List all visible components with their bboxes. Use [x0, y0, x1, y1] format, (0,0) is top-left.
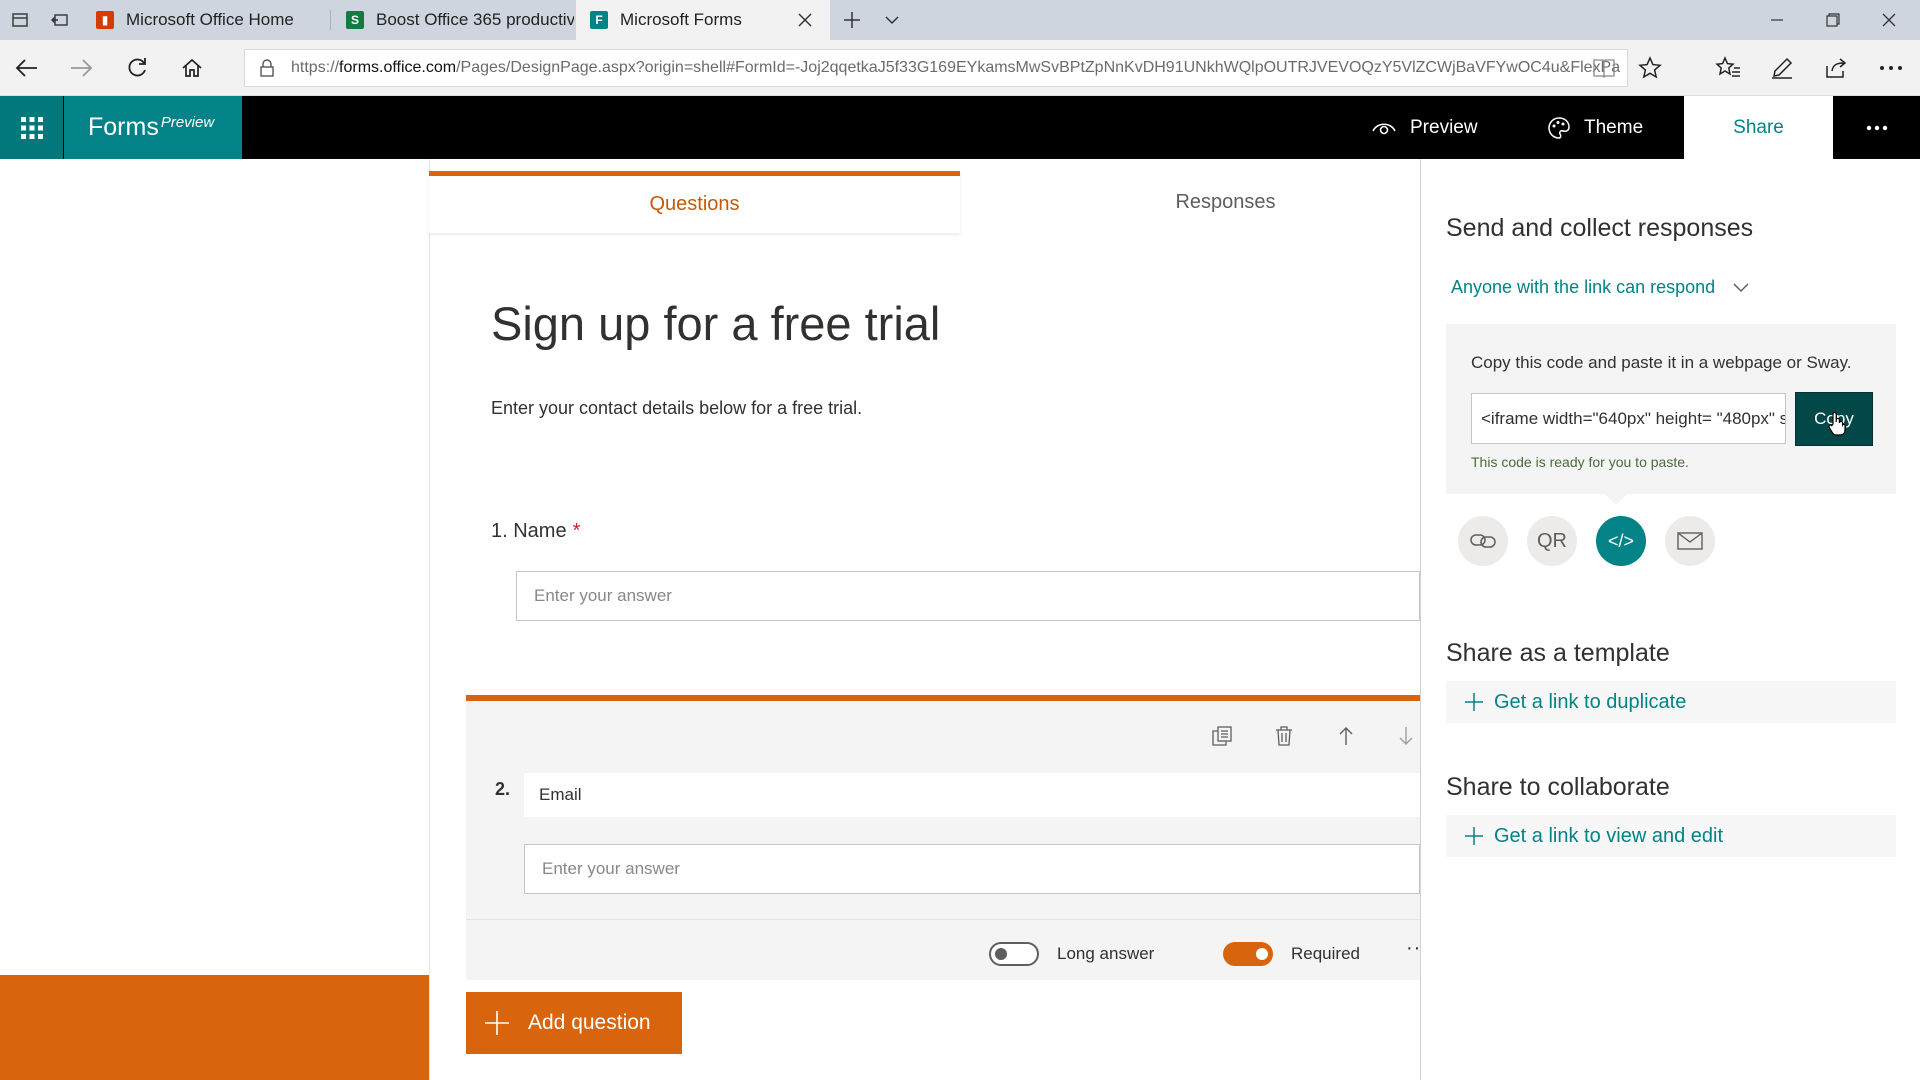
- preview-button[interactable]: Preview: [1372, 96, 1478, 159]
- link-icon: [1470, 531, 1496, 551]
- required-toggle[interactable]: [1223, 942, 1273, 966]
- url-field[interactable]: https://forms.office.com/Pages/DesignPag…: [244, 49, 1628, 87]
- embed-code-box: Copy this code and paste it in a webpage…: [1446, 324, 1896, 494]
- theme-button[interactable]: Theme: [1548, 96, 1643, 159]
- share-page-icon[interactable]: [1809, 40, 1863, 96]
- share-template-heading: Share as a template: [1446, 639, 1670, 667]
- share-collaborate-heading: Share to collaborate: [1446, 773, 1670, 801]
- move-down-icon[interactable]: [1391, 721, 1421, 751]
- share-link-option[interactable]: [1458, 516, 1508, 566]
- new-tab-icon[interactable]: [834, 0, 870, 40]
- share-embed-option[interactable]: </>: [1596, 516, 1646, 566]
- tab-questions[interactable]: Questions: [429, 171, 960, 233]
- favorite-star-icon[interactable]: [1623, 40, 1677, 96]
- tab-title: Microsoft Office Home: [126, 10, 294, 29]
- embed-box-pointer: [1605, 494, 1627, 505]
- share-button[interactable]: Share: [1684, 96, 1833, 159]
- share-panel: Send and collect responses Anyone with t…: [1420, 159, 1920, 1080]
- question-1-answer-input[interactable]: Enter your answer: [516, 571, 1420, 621]
- brand-preview-tag: Preview: [160, 114, 215, 131]
- form-title[interactable]: Sign up for a free trial: [491, 296, 940, 351]
- embed-instruction: Copy this code and paste it in a webpage…: [1471, 353, 1852, 372]
- close-window-icon[interactable]: [1862, 0, 1916, 40]
- tab-microsoft-forms[interactable]: F Microsoft Forms: [576, 0, 830, 40]
- form-tabs: Questions Responses: [429, 171, 1420, 233]
- home-icon[interactable]: [165, 40, 219, 96]
- required-marker: *: [572, 520, 581, 542]
- add-question-label: Add question: [528, 1011, 651, 1034]
- tab-title: Boost Office 365 productivit: [376, 10, 574, 29]
- browser-more-icon[interactable]: [1864, 40, 1918, 96]
- copy-status-text: This code is ready for you to paste.: [1471, 454, 1689, 470]
- form-description[interactable]: Enter your contact details below for a f…: [491, 398, 862, 419]
- permission-value: Anyone with the link can respond: [1451, 277, 1716, 297]
- chevron-down-icon: [1715, 282, 1749, 293]
- palette-icon: [1548, 116, 1584, 139]
- copy-question-icon[interactable]: [1207, 721, 1237, 751]
- browser-address-bar: https://forms.office.com/Pages/DesignPag…: [0, 40, 1920, 96]
- forms-brand[interactable]: Forms Preview: [64, 96, 242, 159]
- lock-icon: [259, 59, 275, 77]
- delete-question-icon[interactable]: [1269, 721, 1299, 751]
- restore-icon[interactable]: [1806, 0, 1860, 40]
- share-email-option[interactable]: [1665, 516, 1715, 566]
- send-collect-heading: Send and collect responses: [1446, 214, 1754, 242]
- long-answer-label: Long answer: [1057, 944, 1155, 963]
- embed-icon: </>: [1607, 530, 1635, 551]
- embed-code-field[interactable]: <iframe width="640px" height= "480px" sr…: [1471, 393, 1786, 444]
- long-answer-toggle[interactable]: [989, 942, 1039, 966]
- plus-icon: [484, 1010, 528, 1036]
- question-2-number: 2.: [495, 779, 511, 799]
- minimize-icon[interactable]: [1750, 0, 1804, 40]
- brand-name: Forms: [88, 113, 159, 141]
- question-1-title: 1. Name: [491, 520, 567, 542]
- favorites-hub-icon[interactable]: [1701, 40, 1755, 96]
- required-label: Required: [1291, 944, 1360, 963]
- more-options-icon[interactable]: [1833, 96, 1920, 159]
- tab-actions-icon[interactable]: [2, 0, 38, 40]
- tab-list-chevron-icon[interactable]: [874, 0, 910, 40]
- tab-title: Microsoft Forms: [620, 10, 742, 29]
- refresh-icon[interactable]: [110, 40, 164, 96]
- app-launcher-icon[interactable]: [0, 96, 63, 159]
- view-edit-link-label: Get a link to view and edit: [1494, 824, 1724, 847]
- view-edit-link-button[interactable]: Get a link to view and edit: [1446, 815, 1896, 857]
- mail-icon: [1677, 532, 1703, 550]
- duplicate-link-label: Get a link to duplicate: [1494, 690, 1687, 713]
- eye-icon: [1372, 119, 1410, 137]
- question-1-label[interactable]: 1. Name *: [491, 520, 580, 543]
- theme-label: Theme: [1584, 116, 1644, 138]
- question-footer-divider: [466, 919, 1420, 920]
- preview-label: Preview: [1410, 116, 1478, 138]
- plus-icon: [1464, 826, 1494, 846]
- sway-icon: S: [346, 11, 364, 29]
- add-question-button[interactable]: Add question: [466, 992, 682, 1054]
- question-2-card[interactable]: 2. Email Enter your answer Long answer R…: [466, 695, 1420, 980]
- reading-view-icon[interactable]: [1593, 58, 1615, 78]
- question-2-title-input[interactable]: Email: [524, 773, 1420, 817]
- office-icon: ▮: [96, 11, 114, 29]
- plus-icon: [1464, 692, 1494, 712]
- url-text: https://forms.office.com/Pages/DesignPag…: [291, 59, 1621, 76]
- back-icon[interactable]: [0, 40, 54, 96]
- forms-app-header: Forms Preview Preview Theme Share: [0, 96, 1920, 159]
- share-qr-option[interactable]: QR: [1527, 516, 1577, 566]
- qr-icon: QR: [1537, 529, 1567, 552]
- browser-tab-bar: ▮ Microsoft Office Home S Boost Office 3…: [0, 0, 1920, 40]
- move-up-icon[interactable]: [1331, 721, 1361, 751]
- question-2-answer-input[interactable]: Enter your answer: [524, 844, 1420, 894]
- duplicate-link-button[interactable]: Get a link to duplicate: [1446, 681, 1896, 723]
- set-aside-tabs-icon[interactable]: [42, 0, 78, 40]
- tab-office-home[interactable]: ▮ Microsoft Office Home: [82, 0, 328, 40]
- forward-icon[interactable]: [54, 40, 108, 96]
- theme-band: [0, 975, 430, 1080]
- permission-dropdown[interactable]: Anyone with the link can respond: [1451, 277, 1749, 298]
- hand-cursor-icon: [1828, 412, 1846, 436]
- close-tab-icon[interactable]: [794, 9, 816, 31]
- tab-responses[interactable]: Responses: [960, 171, 1491, 233]
- forms-icon: F: [590, 11, 608, 29]
- tab-boost-office[interactable]: S Boost Office 365 productivit: [332, 0, 574, 40]
- web-notes-icon[interactable]: [1755, 40, 1809, 96]
